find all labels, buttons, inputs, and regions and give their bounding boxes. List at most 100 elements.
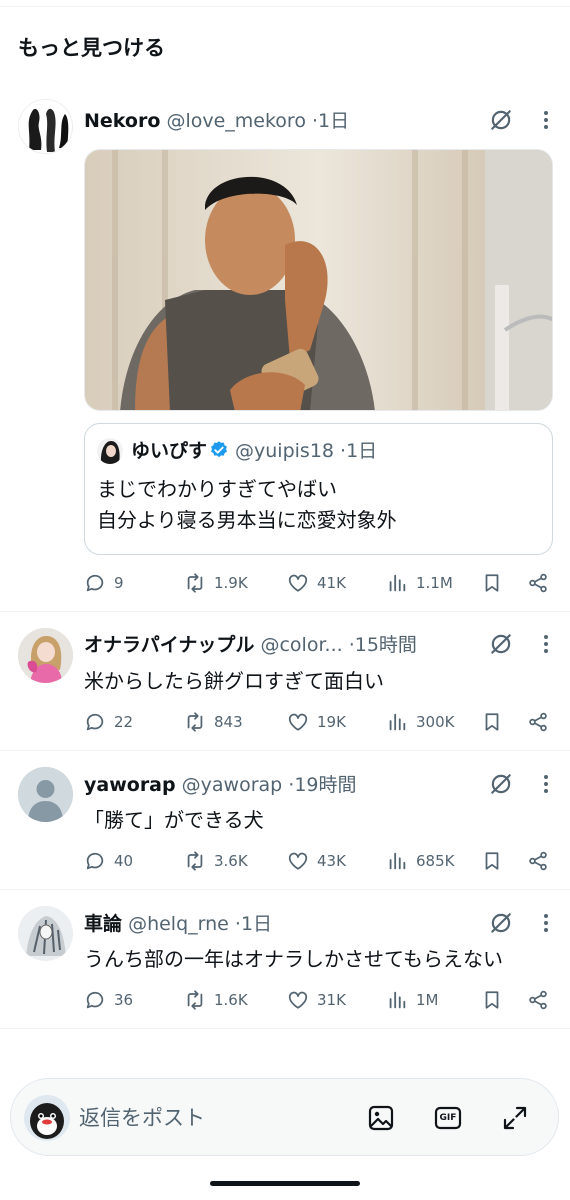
repost-count: 3.6K — [214, 852, 248, 870]
grok-icon[interactable] — [488, 107, 514, 133]
bookmark-button[interactable] — [481, 709, 503, 735]
author-name[interactable]: 車論 — [84, 913, 122, 935]
more-icon[interactable] — [540, 910, 552, 936]
tweet-card[interactable]: Nekoro @love_mekoro ·1日 ゆいぴす @yuipis18 ·… — [0, 96, 570, 612]
action-bar: 36 1.6K 31K 1M — [84, 987, 554, 1013]
bookmark-icon — [481, 572, 503, 594]
author-name[interactable]: Nekoro — [84, 110, 160, 132]
tweet-card[interactable]: オナラパイナップル @color... ·15時間 米からしたら餅グロすぎて面白… — [0, 612, 570, 751]
author-name[interactable]: yaworap — [84, 774, 176, 796]
action-bar: 40 3.6K 43K 685K — [84, 848, 554, 874]
tweet-image[interactable] — [84, 149, 553, 411]
share-button[interactable] — [527, 709, 549, 735]
timestamp[interactable]: 1日 — [318, 110, 349, 132]
bookmark-icon — [481, 711, 503, 733]
author-handle[interactable]: @yaworap — [182, 774, 283, 796]
like-button[interactable]: 43K — [287, 848, 346, 874]
repost-button[interactable]: 843 — [184, 709, 243, 735]
quoted-author-handle[interactable]: @yuipis18 — [235, 440, 334, 462]
share-icon — [527, 572, 549, 594]
grok-icon[interactable] — [488, 910, 514, 936]
share-button[interactable] — [527, 848, 549, 874]
quoted-timestamp: 1日 — [346, 440, 378, 462]
quoted-author-name[interactable]: ゆいぴす — [131, 440, 207, 462]
share-icon — [527, 989, 549, 1011]
views-icon — [386, 989, 408, 1011]
reply-count: 40 — [114, 852, 134, 870]
views-icon — [386, 711, 408, 733]
author-handle[interactable]: @color... — [260, 634, 342, 656]
tweet-text: 米からしたら餅グロすぎて面白い — [84, 669, 384, 693]
reply-icon — [84, 711, 106, 733]
like-icon — [287, 850, 309, 872]
expand-icon[interactable] — [500, 1103, 530, 1133]
action-bar: 9 1.9K 41K 1.1M — [84, 570, 554, 596]
author-name[interactable]: オナラパイナップル — [84, 634, 254, 656]
repost-button[interactable]: 3.6K — [184, 848, 248, 874]
view-count: 1.1M — [416, 574, 453, 592]
reply-button[interactable]: 40 — [84, 848, 133, 874]
bookmark-button[interactable] — [481, 987, 503, 1013]
repost-count: 1.6K — [214, 991, 248, 1009]
like-button[interactable]: 19K — [287, 709, 346, 735]
more-icon[interactable] — [540, 631, 552, 657]
author-handle[interactable]: @helq_rne — [128, 913, 229, 935]
avatar[interactable] — [18, 628, 73, 683]
tweet-card[interactable]: 車論 @helq_rne ·1日 うんち部の一年はオナラしかさせてもらえない 3… — [0, 890, 570, 1029]
tweet-header: 車論 @helq_rne ·1日 — [84, 911, 500, 937]
like-count: 43K — [317, 852, 346, 870]
tweet-card[interactable]: yaworap @yaworap ·19時間 「勝て」ができる犬 40 3.6K… — [0, 751, 570, 890]
like-count: 31K — [317, 991, 346, 1009]
author-handle[interactable]: @love_mekoro — [166, 110, 306, 132]
avatar[interactable] — [18, 767, 73, 822]
timestamp[interactable]: 19時間 — [294, 774, 356, 796]
timestamp[interactable]: 15時間 — [355, 634, 417, 656]
reply-composer: GIF — [10, 1078, 559, 1156]
views-button[interactable]: 300K — [386, 709, 454, 735]
share-button[interactable] — [527, 987, 549, 1013]
reply-icon — [84, 850, 106, 872]
like-button[interactable]: 31K — [287, 987, 346, 1013]
quoted-avatar[interactable] — [97, 438, 123, 464]
user-avatar[interactable] — [24, 1095, 70, 1141]
reply-input[interactable] — [79, 1103, 339, 1133]
like-icon — [287, 711, 309, 733]
like-icon — [287, 572, 309, 594]
more-icon[interactable] — [540, 771, 552, 797]
repost-icon — [184, 572, 206, 594]
bookmark-button[interactable] — [481, 570, 503, 596]
like-count: 41K — [317, 574, 346, 592]
quoted-tweet[interactable]: ゆいぴす @yuipis18 ·1日 まじでわかりすぎてやばい 自分より寝る男本当… — [84, 423, 553, 555]
image-icon[interactable] — [366, 1103, 396, 1133]
reply-count: 22 — [114, 713, 134, 731]
bookmark-button[interactable] — [481, 848, 503, 874]
views-button[interactable]: 685K — [386, 848, 454, 874]
reply-count: 36 — [114, 991, 134, 1009]
gif-button[interactable]: GIF — [433, 1103, 463, 1133]
views-button[interactable]: 1M — [386, 987, 439, 1013]
reply-button[interactable]: 9 — [84, 570, 124, 596]
repost-icon — [184, 989, 206, 1011]
share-button[interactable] — [527, 570, 549, 596]
view-count: 300K — [416, 713, 455, 731]
avatar[interactable] — [18, 99, 73, 154]
verified-badge-icon — [211, 441, 227, 458]
timestamp[interactable]: 1日 — [241, 913, 272, 935]
like-button[interactable]: 41K — [287, 570, 346, 596]
repost-icon — [184, 850, 206, 872]
avatar[interactable] — [18, 906, 73, 961]
grok-icon[interactable] — [488, 771, 514, 797]
tweet-header: オナラパイナップル @color... ·15時間 — [84, 632, 500, 658]
repost-button[interactable]: 1.9K — [184, 570, 248, 596]
repost-button[interactable]: 1.6K — [184, 987, 248, 1013]
more-icon[interactable] — [540, 107, 552, 133]
quoted-header: ゆいぴす @yuipis18 ·1日 — [131, 437, 377, 465]
views-icon — [386, 850, 408, 872]
reply-button[interactable]: 36 — [84, 987, 133, 1013]
home-indicator — [210, 1181, 360, 1186]
reply-button[interactable]: 22 — [84, 709, 133, 735]
like-count: 19K — [317, 713, 346, 731]
view-count: 1M — [416, 991, 439, 1009]
grok-icon[interactable] — [488, 631, 514, 657]
views-button[interactable]: 1.1M — [386, 570, 453, 596]
